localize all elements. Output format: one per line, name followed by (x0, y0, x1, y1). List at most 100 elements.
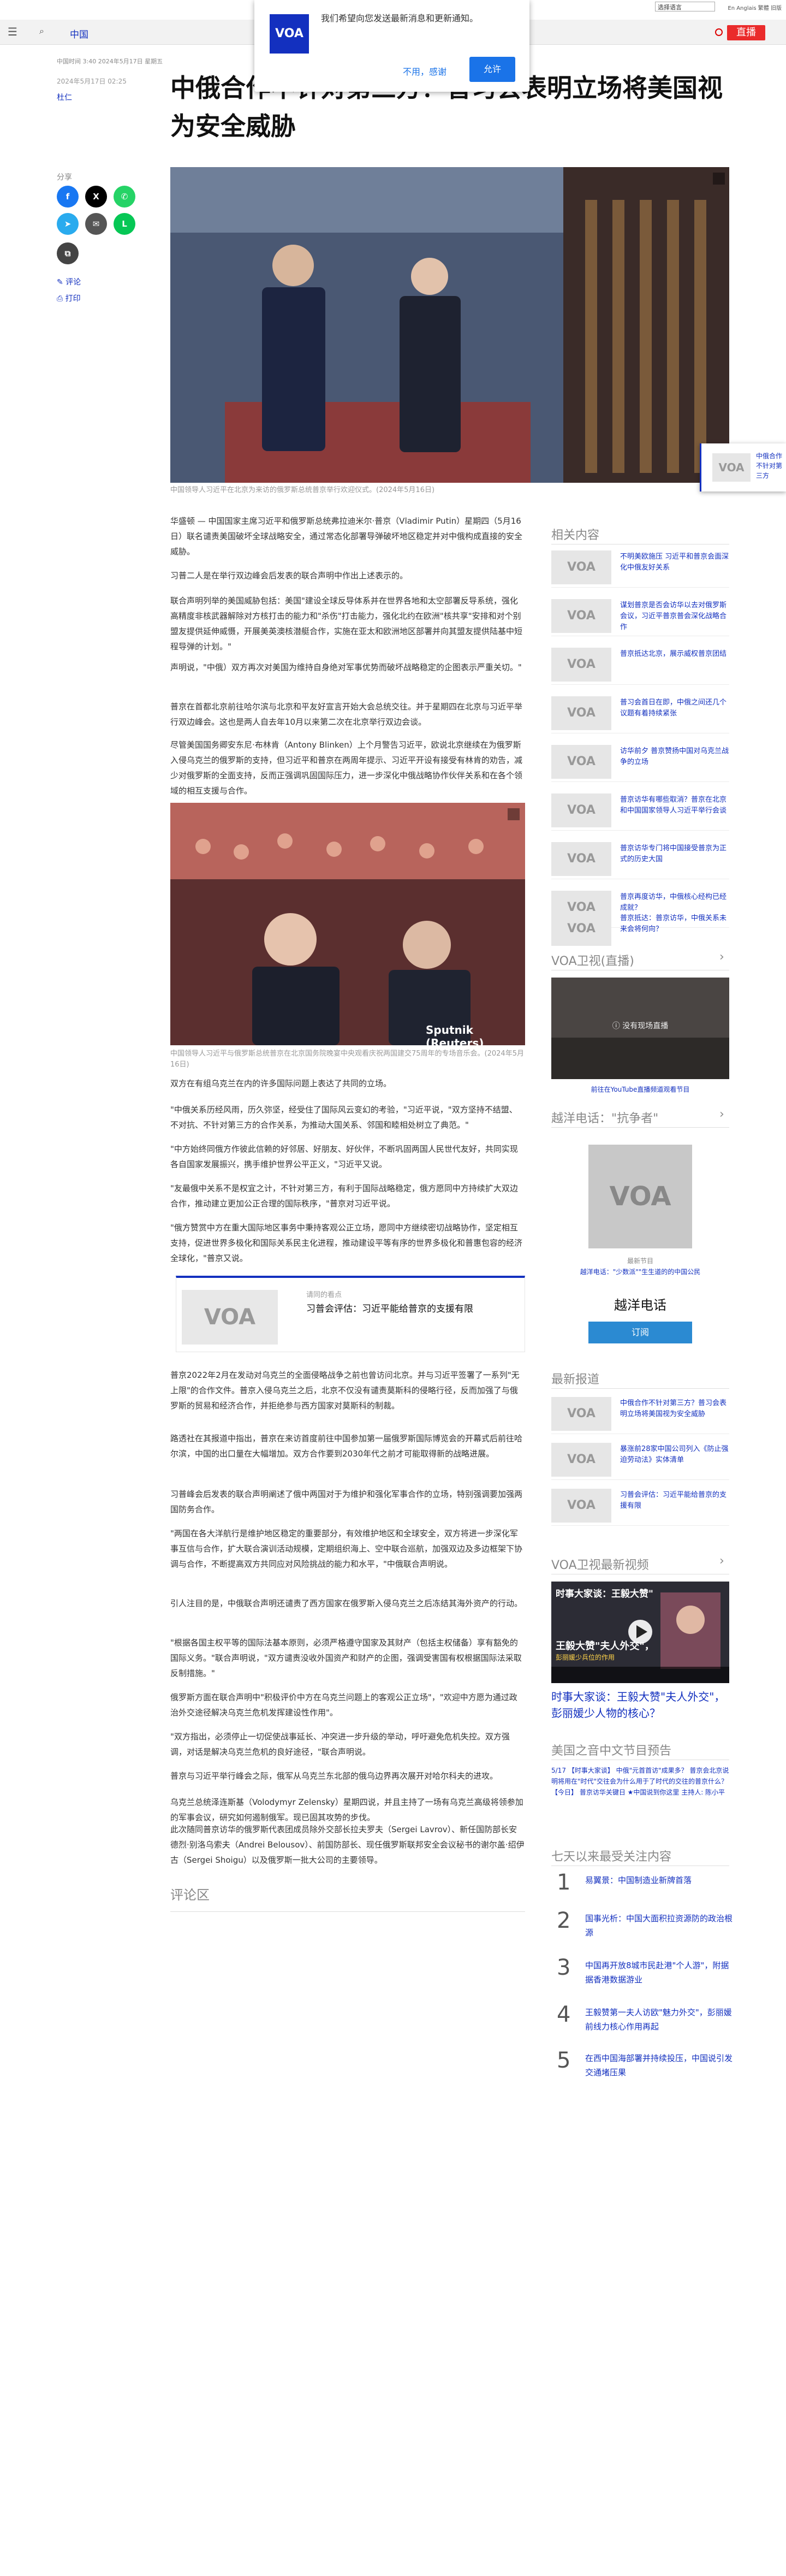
lead-photo-illustration (170, 167, 729, 483)
print-link[interactable]: ⎙ 打印 (57, 293, 81, 304)
news-thumb: VOA (551, 1443, 611, 1477)
related-card-kicker: 请同的看点 (306, 1291, 342, 1299)
news-item[interactable]: VOA 中俄合作不针对第三方？普习会表明立场将美国视为安全威胁 (551, 1393, 729, 1434)
print-link-label: 打印 (65, 294, 81, 303)
article-paragraph: 俄罗斯方面在联合声明中"积极评价中方在乌克兰问题上的客观公正立场"，"欢迎中方愿… (170, 1692, 517, 1718)
related-item-title[interactable]: 不明美欧施压 习近平和普京会面深化中俄友好关系 (620, 552, 729, 573)
podcast-heading[interactable]: 越洋电话："抗争者" (551, 1109, 658, 1126)
related-item-title[interactable]: 谋划普京是否会访华以去对俄罗斯会议，习近平普京普会深化战略合作 (620, 600, 729, 633)
x-twitter-icon[interactable]: X (85, 186, 107, 208)
language-select[interactable]: 选择语言 (655, 2, 715, 11)
article-paragraph: "俄方赞赏中方在重大国际地区事务中秉持客观公正立场，愿同中方继续密切战略协作，坚… (170, 1223, 523, 1263)
share-label: 分享 (57, 173, 72, 182)
podcast-title: 越洋电话 (614, 1298, 666, 1313)
chevron-right-icon[interactable]: › (719, 1108, 724, 1121)
email-icon[interactable]: ✉ (85, 213, 107, 235)
comment-link[interactable]: ✎ 评论 (57, 276, 81, 287)
floating-related-card[interactable]: VOA 中俄合作不针对第三方 (700, 443, 786, 491)
news-item-title[interactable]: 习普会评估：习近平能给普京的支援有限 (620, 1490, 729, 1512)
news-item-title[interactable]: 中俄合作不针对第三方？普习会表明立场将美国视为安全威胁 (620, 1398, 729, 1420)
utility-links[interactable]: En Anglais 繁體 旧版 (728, 3, 782, 11)
related-item-title[interactable]: 访华前夕 普京赞扬中国对乌克兰战争的立场 (620, 746, 729, 768)
article-paragraph: 尽管美国国务卿安东尼·布林肯（Antony Blinken）上个月警告习近平，欧… (170, 740, 523, 796)
popular-rank: 2 (557, 1908, 571, 1933)
article-paragraph: "友最俄中关系不是权宜之计，不针对第三方，有利于国际战略稳定，俄方愿同中方持续扩… (170, 1183, 518, 1209)
lead-photo[interactable] (170, 167, 729, 483)
search-icon[interactable]: ⌕ (39, 26, 44, 37)
live-video-player[interactable]: ⓘ 没有现场直播 (551, 978, 729, 1079)
live-heading[interactable]: VOA卫视(直播) (551, 951, 634, 969)
related-item-title[interactable]: 普京抵达：普京访华，中俄关系未来会将何向？ (620, 913, 729, 935)
related-item[interactable]: VOA 普京抵达：普京访华，中俄关系未来会将何向？ (551, 907, 729, 949)
copy-link-icon[interactable]: ⧉ (57, 242, 79, 264)
hamburger-menu-icon[interactable]: ☰ (8, 25, 22, 39)
related-article-card[interactable]: VOA 请同的看点 习普会评估：习近平能给普京的支援有限 (176, 1276, 525, 1352)
article-paragraph: 华盛顿 — 中国国家主席习近平和俄罗斯总统弗拉迪米尔·普京（Vladimir P… (170, 516, 523, 556)
news-item-title[interactable]: 暴涨前28家中国公司列入《防止强迫劳动法》实体清单 (620, 1444, 729, 1466)
photo-watermark: Sputnik (Reuters) (426, 1023, 484, 1045)
article-paragraph: 普京与习近平举行峰会之际，俄军从乌克兰东北部的俄乌边界再次展开对哈尔科夫的进攻。 (170, 1771, 498, 1781)
nav-section-label[interactable]: 中国 (70, 27, 88, 40)
video-heading[interactable]: VOA卫视最新视频 (551, 1555, 649, 1573)
live-button[interactable]: 直播 (727, 25, 765, 40)
popular-item-title[interactable]: 中国再开放8城市民赴港"个人游"，附据据香港数据游业 (585, 1958, 733, 1987)
video-title-link[interactable]: 时事大家谈：王毅大赞"夫人外交"，彭丽媛少人物的核心？ (551, 1689, 729, 1721)
related-item[interactable]: VOA 普京访华有哪些取消？普京在北京和中国国家领导人习近平举行会谈 (551, 788, 729, 831)
podcast-artwork[interactable]: VOA (588, 1145, 692, 1248)
related-heading: 相关内容 (551, 529, 600, 542)
featured-video-player[interactable]: 时事大家谈：王毅大赞" 王毅大赞"夫人外交"， 彭丽媛少兵位的作用 (551, 1582, 729, 1683)
news-item[interactable]: VOA 习普会评估：习近平能给普京的支援有限 (551, 1484, 729, 1526)
news-item[interactable]: VOA 暴涨前28家中国公司列入《防止强迫劳动法》实体清单 (551, 1438, 729, 1480)
news-thumb: VOA (551, 1489, 611, 1523)
popular-item-title[interactable]: 王毅赞第一夫人访欧"魅力外交"，彭丽媛前线力核心作用再起 (585, 2005, 733, 2034)
related-thumb: VOA (551, 696, 611, 730)
youtube-live-link[interactable]: 前往在YouTube直播频道观看节目 (551, 1085, 729, 1094)
popular-item-title[interactable]: 易翼景：中国制造业新牌首落 (585, 1873, 733, 1887)
popular-item-title[interactable]: 在西中国海部署并持续投压，中国说引发交通堵压果 (585, 2051, 733, 2080)
allow-button[interactable]: 允许 (469, 57, 515, 82)
concert-photo-caption: 中国领导人习近平与俄罗斯总统普京在北京国务院晚宴中央观看庆祝两国建交75周年的专… (170, 1050, 524, 1069)
line-icon[interactable]: L (114, 213, 135, 235)
no-live-message: ⓘ 没有现场直播 (612, 1022, 669, 1031)
decline-button[interactable]: 不用，感谢 (403, 64, 446, 78)
comment-link-label: 评论 (66, 278, 81, 287)
related-item-title[interactable]: 普习会首日在即，中俄之间还几个议题有着持续紧张 (620, 697, 729, 719)
related-item-title[interactable]: 普京抵达北京，展示威权普京团结 (620, 649, 729, 660)
podcast-kicker: 最新节目 (627, 1257, 653, 1265)
telegram-icon[interactable]: ➤ (57, 213, 79, 235)
related-item[interactable]: VOA 访华前夕 普京赞扬中国对乌克兰战争的立场 (551, 739, 729, 782)
related-item[interactable]: VOA 普京抵达北京，展示威权普京团结 (551, 642, 729, 685)
article-paragraph: 习普二人是在举行双边峰会后发表的联合声明中作出上述表示的。 (170, 571, 408, 581)
podcast-episode-link[interactable]: 越洋电话："少数派""生生道的的中国公民 (551, 1267, 729, 1276)
related-item[interactable]: VOA 普习会首日在即，中俄之间还几个议题有着持续紧张 (551, 691, 729, 733)
author-link[interactable]: 杜仁 (57, 92, 72, 103)
article-paragraph: "根据各国主权平等的国际法基本原则，必须严格遵守国家及其财产（包括主权储备）享有… (170, 1638, 522, 1678)
schedule-text[interactable]: 5/17 【时事大家谈】 中俄"元首首访"成果多？ 普京会北京说明将用在"时代"… (551, 1765, 729, 1798)
related-thumb: VOA (551, 648, 611, 682)
related-card-title[interactable]: 习普会评估：习近平能给普京的支援有限 (306, 1301, 473, 1314)
related-thumb: VOA (551, 745, 611, 779)
popular-rank: 1 (557, 1870, 571, 1895)
related-item-title[interactable]: 普京访华有哪些取消？普京在北京和中国国家领导人习近平举行会谈 (620, 795, 729, 816)
article-paragraph: 声明说，"中俄）双方再次对美国为维持自身绝对军事优势而破坏战略稳定的企图表示严重… (170, 662, 522, 672)
subscribe-button[interactable]: 订阅 (588, 1322, 692, 1343)
video-overlay-title: 时事大家谈：王毅大赞" (556, 1589, 653, 1600)
whatsapp-icon[interactable]: ✆ (114, 186, 135, 208)
related-item[interactable]: VOA 谋划普京是否会访华以去对俄罗斯会议，习近平普京普会深化战略合作 (551, 594, 729, 636)
article-paragraph: 联合声明列举的美国威胁包括：美国"建设全球反导体系并在世界各地和太空部署反导系统… (170, 596, 523, 652)
facebook-icon[interactable]: f (57, 186, 79, 208)
related-item[interactable]: VOA 普京访华专门将中国接受普京为正式的历史大国 (551, 837, 729, 879)
voa-logo: VOA (270, 14, 309, 54)
latest-news-heading: 最新报道 (551, 1373, 600, 1387)
chevron-right-icon[interactable]: › (719, 1554, 724, 1568)
concert-photo[interactable]: Sputnik (Reuters) (170, 803, 525, 1045)
chevron-right-icon[interactable]: › (719, 950, 724, 964)
related-card-thumbnail: VOA (182, 1290, 278, 1345)
popular-rank: 4 (557, 2002, 571, 2027)
popular-item-title[interactable]: 国事光析：中国大面积拉资源防的政治根源 (585, 1911, 733, 1940)
related-item-title[interactable]: 普京访华专门将中国接受普京为正式的历史大国 (620, 843, 729, 865)
article-paragraph: 此次随同普京访华的俄罗斯代表团成员除外交部长拉夫罗夫（Sergei Lavrov… (170, 1825, 525, 1865)
notification-message: 我们希望向您发送最新消息和更新通知。 (321, 13, 479, 23)
comments-heading: 评论区 (170, 1887, 210, 1903)
related-item[interactable]: VOA 不明美欧施压 习近平和普京会面深化中俄友好关系 (551, 545, 729, 588)
